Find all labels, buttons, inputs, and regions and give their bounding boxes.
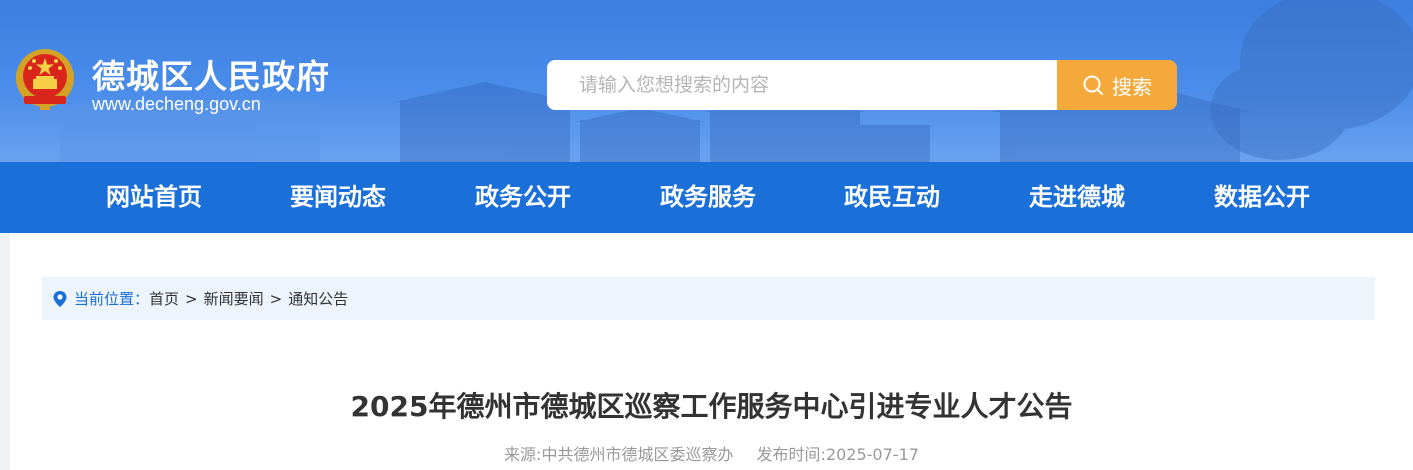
search-button[interactable]: 搜索 <box>1057 60 1177 110</box>
nav-item-gov-services[interactable]: 政务服务 <box>628 162 788 233</box>
content-area: 当前位置： 首页 > 新闻要闻 > 通知公告 2025年德州市德城区巡察工作服务… <box>10 233 1413 470</box>
site-url[interactable]: www.decheng.gov.cn <box>92 94 261 115</box>
nav-item-news[interactable]: 要闻动态 <box>258 162 418 233</box>
main-nav: 网站首页 要闻动态 政务公开 政务服务 政民互动 走进德城 数据公开 <box>0 162 1413 233</box>
nav-item-data-open[interactable]: 数据公开 <box>1182 162 1342 233</box>
breadcrumb-separator: > <box>269 289 283 308</box>
breadcrumb-notices[interactable]: 通知公告 <box>288 288 348 309</box>
nav-item-about-decheng[interactable]: 走进德城 <box>997 162 1157 233</box>
article-title: 2025年德州市德城区巡察工作服务中心引进专业人才公告 <box>350 390 1073 423</box>
breadcrumb: 当前位置： 首页 > 新闻要闻 > 通知公告 <box>42 277 1375 320</box>
article-meta: 来源:中共德州市德城区委巡察办 发布时间:2025-07-17 <box>10 441 1413 465</box>
breadcrumb-label: 当前位置： <box>74 290 150 308</box>
location-pin-icon <box>53 290 67 307</box>
nav-item-home[interactable]: 网站首页 <box>74 162 234 233</box>
search-input[interactable] <box>547 60 1059 110</box>
breadcrumb-news[interactable]: 新闻要闻 <box>204 288 264 309</box>
header-banner: 德城区人民政府 www.decheng.gov.cn 搜索 <box>0 0 1413 162</box>
search-button-label: 搜索 <box>1112 74 1152 99</box>
article-source: 来源:中共德州市德城区委巡察办 <box>504 445 734 464</box>
national-emblem-icon <box>16 49 74 110</box>
article-date: 发布时间:2025-07-17 <box>756 445 919 464</box>
site-title[interactable]: 德城区人民政府 <box>92 50 330 98</box>
breadcrumb-separator: > <box>185 289 198 308</box>
breadcrumb-home[interactable]: 首页 <box>149 288 179 309</box>
nav-item-gov-affairs-open[interactable]: 政务公开 <box>443 162 603 233</box>
nav-item-interaction[interactable]: 政民互动 <box>812 162 972 233</box>
search-icon <box>1083 75 1103 95</box>
